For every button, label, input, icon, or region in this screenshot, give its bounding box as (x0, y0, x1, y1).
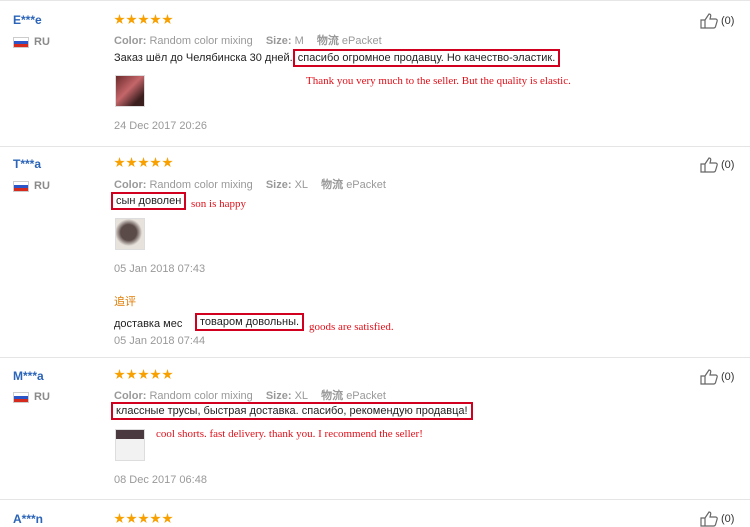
review-translation: son is happy (191, 198, 246, 210)
star-icon (150, 369, 161, 380)
star-icon (126, 369, 137, 380)
review-text: сын доволен (111, 192, 187, 210)
review-date: 05 Jan 2018 07:43 (114, 263, 206, 275)
reviewer-name[interactable]: T***a (13, 157, 41, 171)
like-button[interactable]: (0) (700, 369, 734, 385)
reviewer-country: RU (13, 36, 50, 48)
star-icon (138, 14, 149, 25)
star-icon (138, 157, 149, 168)
color-value: Random color mixing (149, 179, 253, 191)
star-icon (114, 14, 125, 25)
thumbs-up-icon (700, 369, 718, 385)
country-code: RU (34, 180, 50, 192)
shipping-label: 物流 (321, 179, 344, 191)
order-info: Color: Random color mixing Size: XL 物流 e… (114, 387, 386, 403)
star-icon (126, 14, 137, 25)
star-icon (114, 157, 125, 168)
review-text-highlight: классные трусы, быстрая доставка. спасиб… (111, 402, 473, 420)
reviewer-name[interactable]: A***n (13, 512, 43, 526)
color-label: Color: (114, 35, 147, 47)
reviewer-country: RU (13, 180, 50, 192)
reviewer-name[interactable]: M***a (13, 369, 44, 383)
order-info: Color: Random color mixing Size: M 物流 eP… (114, 32, 382, 48)
additional-text-plain: доставка мес (114, 318, 183, 330)
size-value: M (294, 35, 304, 47)
reviewer-name[interactable]: E***e (13, 13, 42, 27)
review-photo[interactable] (115, 75, 145, 107)
additional-review-label: 追评 (114, 296, 136, 308)
size-value: XL (294, 179, 309, 191)
star-icon (114, 369, 125, 380)
review-text: классные трусы, быстрая доставка. спасиб… (111, 402, 473, 420)
review-text-highlight: сын доволен (111, 192, 187, 210)
russia-flag-icon (13, 180, 29, 192)
star-rating (114, 14, 173, 25)
star-icon (150, 157, 161, 168)
star-icon (162, 513, 173, 524)
country-code: RU (34, 391, 50, 403)
russia-flag-icon (13, 391, 29, 403)
color-label: Color: (114, 179, 147, 191)
color-label: Color: (114, 390, 147, 402)
star-rating (114, 157, 173, 168)
shipping-value: ePacket (341, 35, 382, 47)
like-count: (0) (721, 15, 735, 27)
like-button[interactable]: (0) (700, 13, 734, 29)
additional-translation: goods are satisfied. (309, 321, 394, 333)
star-icon (126, 513, 137, 524)
star-icon (162, 157, 173, 168)
additional-text-highlight: товаром довольны. (195, 313, 305, 331)
star-icon (114, 513, 125, 524)
like-button[interactable]: (0) (700, 157, 734, 173)
thumbs-up-icon (700, 13, 718, 29)
star-icon (162, 369, 173, 380)
shipping-label: 物流 (321, 390, 344, 402)
review-translation: cool shorts. fast delivery. thank you. I… (156, 428, 423, 440)
star-icon (162, 14, 173, 25)
review-text: Заказ шёл до Челябинска 30 дней. спасибо … (114, 49, 561, 67)
color-value: Random color mixing (149, 35, 253, 47)
review-divider (0, 357, 750, 358)
star-icon (150, 14, 161, 25)
review-divider (0, 499, 750, 500)
star-rating (114, 369, 173, 380)
star-icon (138, 369, 149, 380)
star-icon (138, 513, 149, 524)
like-count: (0) (721, 159, 735, 171)
shipping-value: ePacket (346, 179, 386, 191)
russia-flag-icon (13, 36, 29, 48)
size-label: Size: (265, 35, 292, 47)
order-info: Color: Random color mixing Size: XL 物流 e… (114, 176, 386, 192)
review-date: 08 Dec 2017 06:48 (114, 474, 207, 486)
review-text-highlight: спасибо огромное продавцу. Но качество-э… (292, 49, 561, 67)
like-count: (0) (721, 513, 735, 525)
size-label: Size: (265, 179, 292, 191)
star-icon (150, 513, 161, 524)
review-text-plain: Заказ шёл до Челябинска 30 дней. (114, 52, 293, 64)
like-count: (0) (721, 371, 735, 383)
review-photo[interactable] (115, 218, 145, 250)
additional-review-text: доставка мес (114, 318, 182, 330)
reviewer-country: RU (13, 391, 50, 403)
star-icon (126, 157, 137, 168)
review-translation: Thank you very much to the seller. But t… (306, 75, 571, 87)
review-divider (0, 146, 750, 147)
top-divider (0, 0, 750, 1)
shipping-value: ePacket (346, 390, 386, 402)
thumbs-up-icon (700, 157, 718, 173)
shipping-label: 物流 (316, 35, 339, 47)
country-code: RU (34, 36, 50, 48)
size-value: XL (294, 390, 309, 402)
size-label: Size: (265, 390, 292, 402)
additional-review-highlight-wrap: товаром довольны. (195, 313, 305, 331)
review-photo[interactable] (115, 429, 145, 461)
color-value: Random color mixing (149, 390, 253, 402)
review-date: 24 Dec 2017 20:26 (114, 120, 207, 132)
additional-review-date: 05 Jan 2018 07:44 (114, 335, 206, 347)
star-rating (114, 513, 173, 524)
